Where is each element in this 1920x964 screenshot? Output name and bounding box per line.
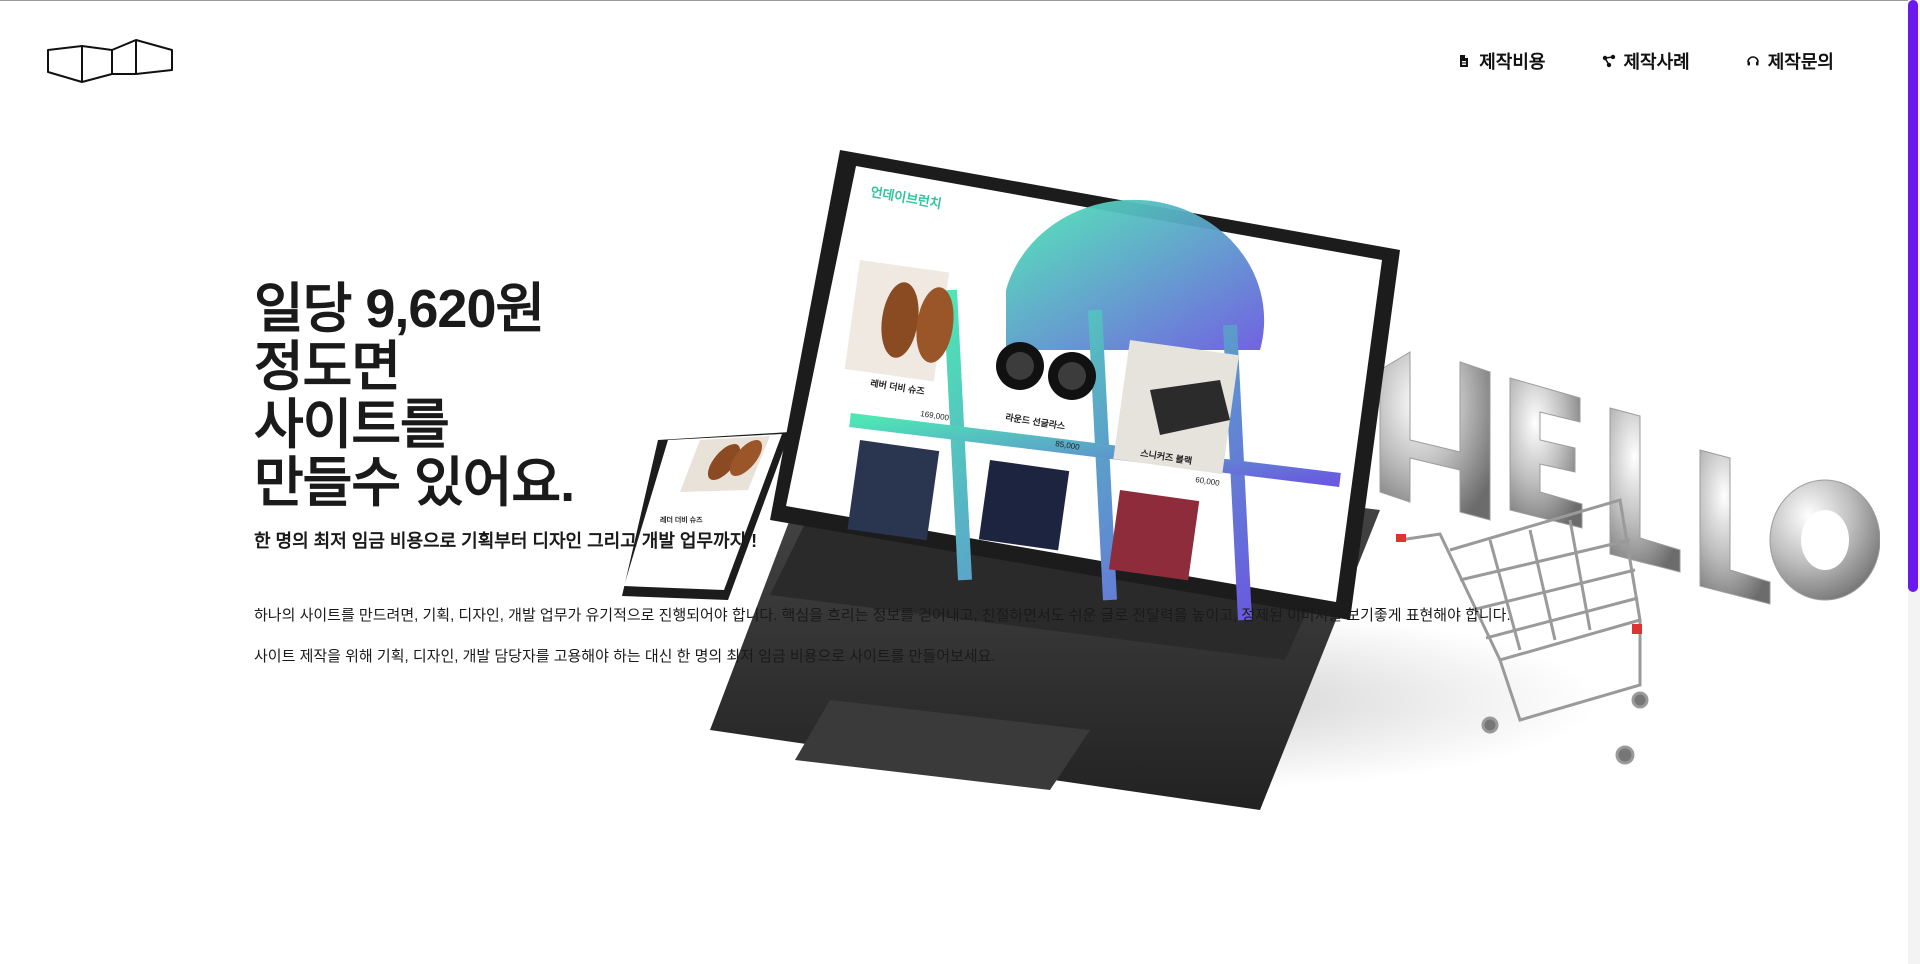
share-nodes-icon xyxy=(1602,54,1615,68)
nav-item-inquiry[interactable]: 제작문의 xyxy=(1746,48,1834,74)
hero-headline: 일당 9,620원 정도면 사이트를 만들수 있어요. xyxy=(254,279,575,513)
headline-line: 사이트를 xyxy=(254,395,450,455)
headline-line: 정도면 xyxy=(254,337,401,397)
main-nav: 제작비용 제작사례 제작문의 xyxy=(1401,48,1834,74)
nav-label: 제작사례 xyxy=(1623,52,1690,72)
scrollbar-thumb[interactable] xyxy=(1908,0,1918,592)
hero-body-line: 하나의 사이트를 만드려면, 기획, 디자인, 개발 업무가 유기적으로 진행되… xyxy=(254,607,1511,624)
top-divider xyxy=(0,0,1920,1)
nav-label: 제작비용 xyxy=(1479,52,1546,72)
folded-box-logo-icon[interactable] xyxy=(46,36,176,84)
headset-icon xyxy=(1746,56,1759,66)
page-scrollbar[interactable] xyxy=(1908,0,1920,964)
nav-item-cases[interactable]: 제작사례 xyxy=(1602,48,1690,74)
nav-item-cost[interactable]: 제작비용 xyxy=(1457,48,1546,74)
headline-line: 일당 9,620원 xyxy=(254,279,545,339)
phone-product-name: 레더 더비 슈즈 xyxy=(660,515,703,524)
hero-illustration: 언데이브런치 레버 더비 슈즈 169,000 라운드 선글라스 85,000 … xyxy=(622,150,1880,810)
nav-label: 제작문의 xyxy=(1767,52,1834,72)
document-icon xyxy=(1460,55,1469,67)
hero-body-line: 사이트 제작을 위해 기획, 디자인, 개발 담당자를 고용해야 하는 대신 한… xyxy=(254,648,996,665)
smartphone-device: 레더 더비 슈즈 xyxy=(622,432,790,600)
headline-line: 만들수 있어요. xyxy=(254,453,575,513)
hero-subhead: 한 명의 최저 임금 비용으로 기획부터 디자인 그리고 개발 업무까지 ! xyxy=(254,531,758,551)
